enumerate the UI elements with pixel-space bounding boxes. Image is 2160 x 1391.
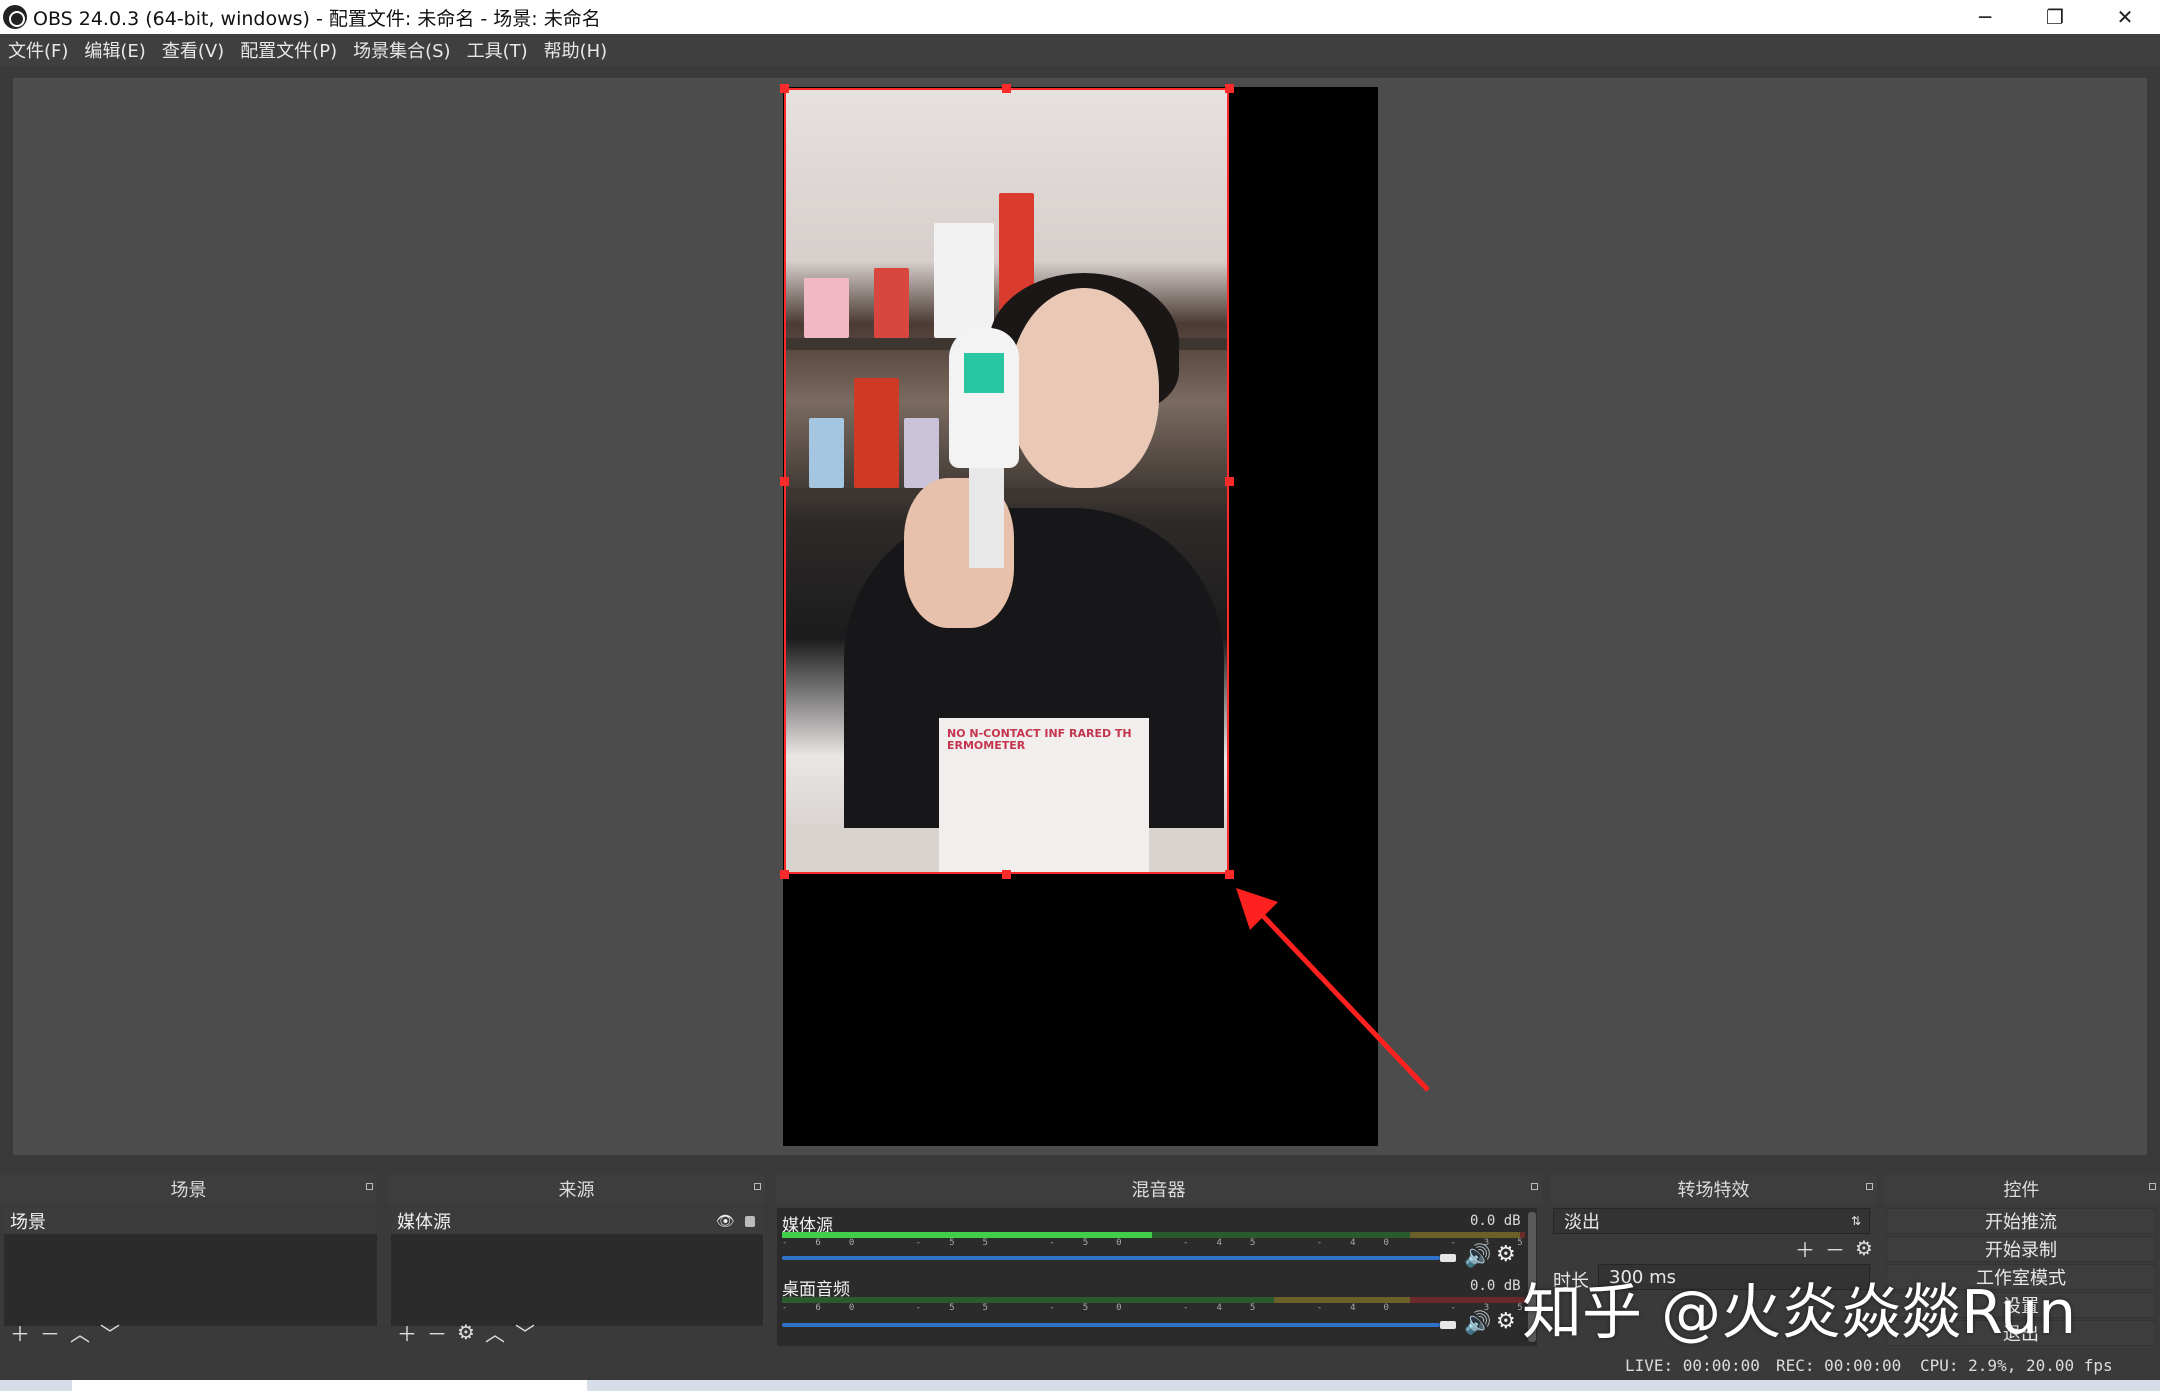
chevron-up-icon[interactable]: ︿ [485, 1318, 505, 1347]
controls-dock-header: 控件 [1883, 1174, 2160, 1204]
transition-select[interactable]: 淡出 ⇅ [1553, 1208, 1870, 1234]
sources-dock-header: 来源 [388, 1174, 765, 1204]
gear-icon[interactable]: ⚙ [1496, 1242, 1516, 1267]
resize-handle[interactable] [1002, 870, 1011, 879]
minimize-button[interactable]: ─ [1950, 0, 2020, 34]
scene-item[interactable]: 场景 [4, 1208, 377, 1234]
resize-handle[interactable] [780, 870, 789, 879]
transitions-dock-title: 转场特效 [1677, 1180, 1750, 1201]
sources-toolbar: ＋ － ⚙ ︿ ﹀ [397, 1318, 535, 1346]
dock-float-icon[interactable] [1531, 1183, 1538, 1190]
restore-button[interactable]: ❐ [2020, 0, 2090, 34]
status-bar: LIVE: 00:00:00 REC: 00:00:00 CPU: 2.9%, … [0, 1352, 2160, 1380]
taskbar-strip [0, 1380, 2160, 1391]
dock-float-icon[interactable] [366, 1183, 373, 1190]
taskbar-item [72, 1380, 587, 1391]
menu-scene-collection[interactable]: 场景集合(S) [353, 37, 450, 63]
transition-select-value: 淡出 [1564, 1212, 1600, 1233]
menu-help[interactable]: 帮助(H) [544, 37, 608, 63]
remove-icon[interactable]: － [427, 1318, 447, 1347]
eye-icon[interactable]: 👁 [716, 1212, 735, 1230]
annotation-arrow-icon [1236, 888, 1430, 1092]
sources-list[interactable]: 媒体源 👁 [391, 1208, 763, 1326]
start-streaming-button[interactable]: 开始推流 [1886, 1208, 2156, 1234]
controls-dock-title: 控件 [2003, 1180, 2040, 1201]
window-controls: ─ ❐ ✕ [1950, 0, 2160, 34]
transitions-toolbar: ＋ － ⚙ [1795, 1234, 1873, 1262]
close-button[interactable]: ✕ [2090, 0, 2160, 34]
scenes-list[interactable]: 场景 [4, 1208, 377, 1326]
menu-bar: 文件(F) 编辑(E) 查看(V) 配置文件(P) 场景集合(S) 工具(T) … [0, 34, 2160, 66]
volume-fader-handle[interactable] [1440, 1321, 1456, 1329]
resize-handle-bottom-right[interactable] [1225, 870, 1234, 879]
mixer-channel-db: 0.0 dB [1470, 1213, 1521, 1229]
cpu-fps: CPU: 2.9%, 20.00 fps [1920, 1356, 2113, 1375]
menu-file[interactable]: 文件(F) [8, 37, 68, 63]
gear-icon[interactable]: ⚙ [1855, 1236, 1873, 1260]
remove-icon[interactable]: － [1825, 1234, 1845, 1263]
volume-fader[interactable] [782, 1323, 1440, 1327]
menu-tools[interactable]: 工具(T) [467, 37, 528, 63]
speaker-icon[interactable]: 🔊 [1464, 1244, 1491, 1269]
chevron-up-icon[interactable]: ︿ [70, 1318, 90, 1347]
gear-icon[interactable]: ⚙ [457, 1320, 475, 1344]
remove-icon[interactable]: － [40, 1318, 60, 1347]
dock-float-icon[interactable] [2149, 1183, 2156, 1190]
resize-handle[interactable] [780, 477, 789, 486]
chevron-down-icon[interactable]: ﹀ [515, 1318, 535, 1347]
dock-float-icon[interactable] [1866, 1183, 1873, 1190]
volume-fader[interactable] [782, 1256, 1440, 1260]
meter-scale: -60 -55 -50 -45 -40 -35 -30 -25 -20 -15 … [782, 1303, 1522, 1313]
dock-float-icon[interactable] [754, 1183, 761, 1190]
scenes-dock-header: 场景 [0, 1174, 377, 1204]
add-icon[interactable]: ＋ [397, 1318, 417, 1347]
title-bar: OBS 24.0.3 (64-bit, windows) - 配置文件: 未命名… [0, 0, 2160, 34]
menu-profile[interactable]: 配置文件(P) [240, 37, 337, 63]
scenes-toolbar: ＋ － ︿ ﹀ [10, 1318, 120, 1346]
resize-handle[interactable] [1002, 84, 1011, 93]
add-icon[interactable]: ＋ [10, 1318, 30, 1347]
resize-handle[interactable] [1225, 477, 1234, 486]
watermark: 知乎 @火炎焱燚Run [1522, 1278, 2077, 1348]
volume-fader-handle[interactable] [1440, 1254, 1456, 1262]
menu-view[interactable]: 查看(V) [162, 37, 224, 63]
obs-logo-icon [3, 5, 27, 29]
start-recording-button[interactable]: 开始录制 [1886, 1236, 2156, 1262]
source-selection-box[interactable] [784, 88, 1229, 874]
live-timer: LIVE: 00:00:00 [1625, 1356, 1760, 1375]
sources-dock-title: 来源 [558, 1180, 595, 1201]
mixer-channel-db: 0.0 dB [1470, 1278, 1521, 1294]
chevron-down-icon[interactable]: ﹀ [100, 1318, 120, 1347]
add-icon[interactable]: ＋ [1795, 1234, 1815, 1263]
resize-handle[interactable] [780, 84, 789, 93]
gear-icon[interactable]: ⚙ [1496, 1309, 1516, 1334]
window-title: OBS 24.0.3 (64-bit, windows) - 配置文件: 未命名… [33, 7, 601, 30]
mixer-dock-header: 混音器 [775, 1174, 1542, 1204]
mixer-dock-title: 混音器 [1131, 1180, 1186, 1201]
rec-timer: REC: 00:00:00 [1776, 1356, 1902, 1375]
scenes-dock-title: 场景 [170, 1180, 207, 1201]
chevron-updown-icon: ⇅ [1850, 1214, 1861, 1228]
transitions-dock-header: 转场特效 [1550, 1174, 1877, 1204]
lock-icon[interactable] [745, 1216, 755, 1227]
resize-handle[interactable] [1225, 84, 1234, 93]
menu-edit[interactable]: 编辑(E) [84, 37, 145, 63]
source-item-label: 媒体源 [397, 1212, 451, 1233]
meter-scale: -60 -55 -50 -45 -40 -35 -30 -25 -20 -15 … [782, 1238, 1522, 1248]
source-item[interactable]: 媒体源 👁 [391, 1208, 763, 1234]
speaker-icon[interactable]: 🔊 [1464, 1311, 1491, 1336]
